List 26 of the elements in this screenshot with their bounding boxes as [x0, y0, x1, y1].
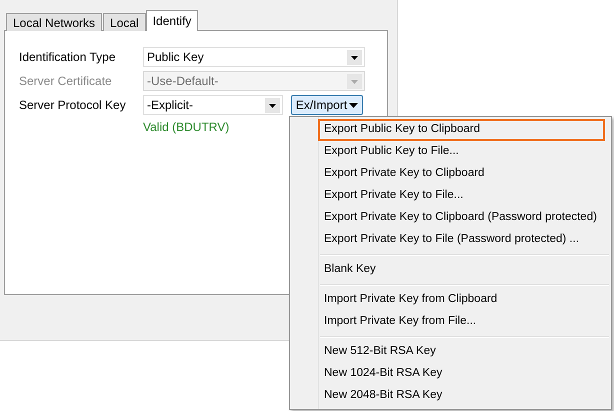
tab[interactable]: Local	[103, 13, 146, 31]
menu-item[interactable]: New 1024-Bit RSA Key	[318, 363, 605, 385]
menu-item[interactable]: Export Private Key to Clipboard	[318, 163, 605, 185]
caret-icon	[347, 74, 362, 88]
tab[interactable]: Local Networks	[6, 13, 102, 31]
caret-icon	[349, 102, 358, 108]
dropdown-field[interactable]: -Explicit-	[143, 95, 283, 115]
caret-icon	[347, 50, 362, 64]
ex-import-button[interactable]: Ex/Import	[291, 95, 363, 115]
menu-item[interactable]: Import Private Key from Clipboard	[318, 289, 605, 311]
menu-item[interactable]: Export Private Key to File (Password protected) ...	[318, 229, 605, 251]
menu-item[interactable]: Export Private Key to File...	[318, 185, 605, 207]
status-text: Valid (BDUTRV)	[143, 120, 230, 134]
menu-item[interactable]: Blank Key	[318, 259, 605, 281]
field-label: Identification Type	[19, 49, 117, 66]
caret-icon	[265, 98, 280, 112]
menu-item[interactable]: Export Public Key to Clipboard	[318, 119, 605, 141]
menu-item[interactable]: Export Public Key to File...	[318, 141, 605, 163]
tab[interactable]: Identify	[146, 10, 198, 31]
menu-item[interactable]: Export Private Key to Clipboard (Password protected)	[318, 207, 605, 229]
menu-item[interactable]: New 2048-Bit RSA Key	[318, 385, 605, 407]
field-label: Server Protocol Key	[19, 97, 127, 114]
field-label: Server Certificate	[19, 73, 113, 90]
menu-item[interactable]: Import Private Key from File...	[318, 311, 605, 333]
dropdown-field[interactable]: Public Key	[143, 47, 365, 67]
menu-item[interactable]: New 512-Bit RSA Key	[318, 341, 605, 363]
